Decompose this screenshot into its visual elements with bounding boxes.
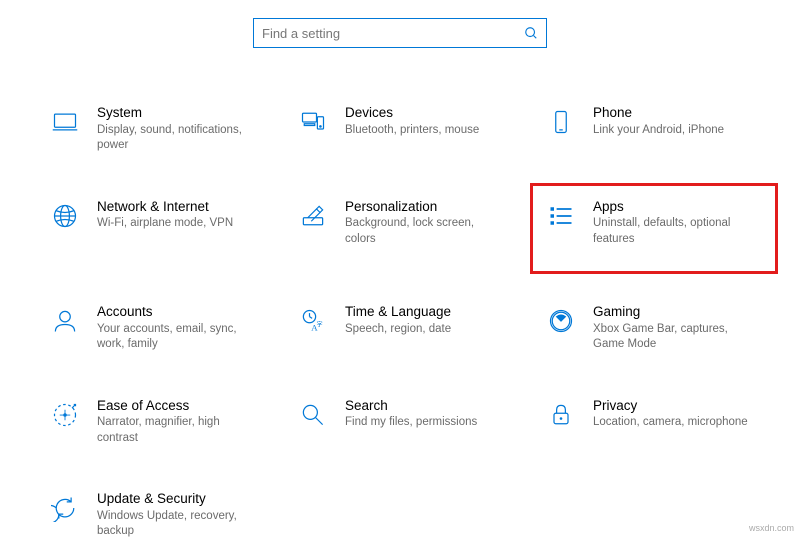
svg-text:字: 字: [317, 320, 323, 328]
tile-title: Devices: [345, 104, 479, 122]
watermark: wsxdn.com: [749, 523, 794, 533]
gaming-icon: [543, 303, 579, 339]
tile-title: Gaming: [593, 303, 753, 321]
update-icon: [47, 490, 83, 526]
tile-title: Personalization: [345, 198, 505, 216]
tile-text: Ease of AccessNarrator, magnifier, high …: [97, 397, 257, 447]
tile-ease[interactable]: Ease of AccessNarrator, magnifier, high …: [43, 391, 273, 453]
tile-subtitle: Wi-Fi, airplane mode, VPN: [97, 216, 233, 232]
tile-apps[interactable]: AppsUninstall, defaults, optional featur…: [539, 192, 769, 266]
tile-title: System: [97, 104, 257, 122]
tile-subtitle: Background, lock screen, colors: [345, 216, 505, 247]
tile-subtitle: Speech, region, date: [345, 322, 451, 338]
tile-text: PersonalizationBackground, lock screen, …: [345, 198, 505, 248]
settings-grid: SystemDisplay, sound, notifications, pow…: [37, 98, 763, 546]
tile-title: Phone: [593, 104, 724, 122]
tile-subtitle: Uninstall, defaults, optional features: [593, 216, 753, 247]
accounts-icon: [47, 303, 83, 339]
tile-title: Network & Internet: [97, 198, 233, 216]
tile-title: Accounts: [97, 303, 257, 321]
system-icon: [47, 104, 83, 140]
tile-subtitle: Find my files, permissions: [345, 415, 477, 431]
ease-icon: [47, 397, 83, 433]
tile-text: AppsUninstall, defaults, optional featur…: [593, 198, 753, 248]
tile-title: Apps: [593, 198, 753, 216]
tile-text: PrivacyLocation, camera, microphone: [593, 397, 748, 431]
tile-subtitle: Xbox Game Bar, captures, Game Mode: [593, 322, 753, 353]
tile-text: Update & SecurityWindows Update, recover…: [97, 490, 257, 540]
tile-subtitle: Bluetooth, printers, mouse: [345, 123, 479, 139]
privacy-icon: [543, 397, 579, 433]
tile-subtitle: Your accounts, email, sync, work, family: [97, 322, 257, 353]
tile-network[interactable]: Network & InternetWi-Fi, airplane mode, …: [43, 192, 273, 266]
tile-phone[interactable]: PhoneLink your Android, iPhone: [539, 98, 769, 160]
tile-privacy[interactable]: PrivacyLocation, camera, microphone: [539, 391, 769, 453]
search-icon: [524, 26, 538, 40]
search-container: [0, 0, 800, 48]
tile-subtitle: Windows Update, recovery, backup: [97, 509, 257, 540]
time-icon: A字: [295, 303, 331, 339]
tile-text: AccountsYour accounts, email, sync, work…: [97, 303, 257, 353]
tile-text: DevicesBluetooth, printers, mouse: [345, 104, 479, 138]
tile-gaming[interactable]: GamingXbox Game Bar, captures, Game Mode: [539, 297, 769, 359]
network-icon: [47, 198, 83, 234]
search-icon: [295, 397, 331, 433]
search-box[interactable]: [253, 18, 547, 48]
tile-personalization[interactable]: PersonalizationBackground, lock screen, …: [291, 192, 521, 266]
tile-subtitle: Narrator, magnifier, high contrast: [97, 415, 257, 446]
tile-text: GamingXbox Game Bar, captures, Game Mode: [593, 303, 753, 353]
apps-icon: [543, 198, 579, 234]
tile-text: PhoneLink your Android, iPhone: [593, 104, 724, 138]
tile-title: Search: [345, 397, 477, 415]
tile-text: SearchFind my files, permissions: [345, 397, 477, 431]
tile-subtitle: Link your Android, iPhone: [593, 123, 724, 139]
tile-devices[interactable]: DevicesBluetooth, printers, mouse: [291, 98, 521, 160]
tile-system[interactable]: SystemDisplay, sound, notifications, pow…: [43, 98, 273, 160]
tile-text: Network & InternetWi-Fi, airplane mode, …: [97, 198, 233, 232]
tile-text: SystemDisplay, sound, notifications, pow…: [97, 104, 257, 154]
tile-search[interactable]: SearchFind my files, permissions: [291, 391, 521, 453]
devices-icon: [295, 104, 331, 140]
search-input[interactable]: [262, 26, 524, 41]
tile-title: Update & Security: [97, 490, 257, 508]
personalization-icon: [295, 198, 331, 234]
phone-icon: [543, 104, 579, 140]
tile-subtitle: Display, sound, notifications, power: [97, 123, 257, 154]
tile-title: Privacy: [593, 397, 748, 415]
tile-title: Ease of Access: [97, 397, 257, 415]
tile-text: Time & LanguageSpeech, region, date: [345, 303, 451, 337]
tile-accounts[interactable]: AccountsYour accounts, email, sync, work…: [43, 297, 273, 359]
tile-time[interactable]: A字 Time & LanguageSpeech, region, date: [291, 297, 521, 359]
tile-title: Time & Language: [345, 303, 451, 321]
tile-subtitle: Location, camera, microphone: [593, 415, 748, 431]
